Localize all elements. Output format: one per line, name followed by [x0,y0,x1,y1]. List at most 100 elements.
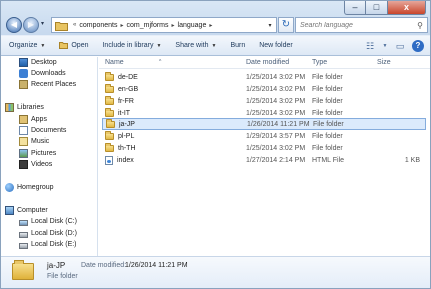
breadcrumb-item[interactable]: com_mjforms [127,22,169,29]
file-row[interactable]: index 1/27/2014 2:14 PM HTML File 1 KB [102,154,426,166]
organize-button[interactable]: Organize ▼ [9,42,45,49]
sidebar-item-recent-places[interactable]: Recent Places [19,79,76,90]
libraries-icon [5,103,14,112]
preview-pane-icon[interactable]: ▭ [393,40,407,52]
folder-icon [106,118,115,128]
new-folder-label: New folder [259,42,293,49]
search-input[interactable] [296,21,413,29]
share-with-label: Share with [175,42,209,49]
sidebar-item-label: Videos [31,161,53,168]
burn-button[interactable]: Burn [230,42,245,49]
burn-label: Burn [230,42,246,49]
folder-large-icon [12,260,34,280]
address-bar[interactable]: « components ▸ com_mjforms ▸ language ▸ … [51,17,277,33]
folder-icon [55,21,68,31]
file-size: 1 KB [404,156,420,164]
details-file-type: File folder [47,273,78,280]
sidebar-item-libraries[interactable]: Libraries [5,102,44,113]
music-icon [19,137,28,146]
videos-icon [19,160,28,169]
file-row[interactable]: en-GB 1/25/2014 3:02 PM File folder [102,83,426,95]
chevron-down-icon: ▼ [211,42,217,49]
file-row-selected[interactable]: ja-JP 1/26/2014 11:21 PM File folder [102,118,426,130]
open-label: Open [71,42,89,49]
include-in-library-button[interactable]: Include in library ▼ [102,42,161,49]
column-header-date[interactable]: Date modified [246,59,289,66]
breadcrumb-separator-icon[interactable]: ▸ [172,22,175,29]
view-controls: ☷ ▼ ▭ ? [358,40,424,52]
overflow-chevron-icon[interactable]: « [73,22,76,28]
breadcrumb-item[interactable]: language [178,22,207,29]
change-view-icon[interactable]: ☷ [363,40,377,52]
chevron-down-icon: ▼ [40,42,46,49]
breadcrumb-item[interactable]: components [79,22,117,29]
file-row[interactable]: th-TH 1/25/2014 3:02 PM File folder [102,142,426,154]
address-dropdown-icon[interactable]: ▾ [264,22,276,29]
search-icon[interactable]: ⚲ [413,21,427,30]
file-name: index [117,156,134,164]
breadcrumb-separator-icon[interactable]: ▸ [120,22,123,29]
sidebar-item-local-disk-d[interactable]: Local Disk (D:) [19,228,77,239]
file-date: 1/25/2014 3:02 PM [246,97,306,105]
search-box[interactable]: ⚲ [295,17,428,33]
hard-drive-icon [19,231,28,238]
recent-pages-dropdown[interactable]: ▾ [41,20,44,27]
new-folder-button[interactable]: New folder [259,42,292,49]
window-controls: – □ x [344,1,426,15]
file-row[interactable]: pl-PL 1/29/2014 3:57 PM File folder [102,130,426,142]
file-type: File folder [312,132,343,140]
open-button[interactable]: Open [59,42,88,49]
apps-library-icon [19,115,28,124]
sort-ascending-icon: ^ [159,59,162,65]
navigation-pane: Desktop Downloads Recent Places Librarie… [1,57,98,256]
file-name: de-DE [118,73,138,81]
file-name: pl-PL [118,132,135,140]
breadcrumb-separator-icon[interactable]: ▸ [209,22,212,29]
sidebar-item-label: Libraries [17,104,44,111]
sidebar-item-downloads[interactable]: Downloads [19,68,66,79]
sidebar-item-music[interactable]: Music [19,136,49,147]
sidebar-item-computer[interactable]: Computer [5,205,48,216]
sidebar-item-homegroup[interactable]: Homegroup [5,182,54,193]
file-row[interactable]: de-DE 1/25/2014 3:02 PM File folder [102,71,426,83]
sidebar-item-apps[interactable]: Apps [19,114,47,125]
minimize-button[interactable]: – [344,1,366,15]
column-header-name[interactable]: Name [105,59,124,66]
sidebar-item-desktop[interactable]: Desktop [19,57,57,68]
refresh-button[interactable]: ↻ [278,17,294,33]
organize-label: Organize [9,42,38,49]
open-folder-icon [59,42,69,49]
file-type: File folder [312,73,343,81]
homegroup-icon [5,183,14,192]
forward-button[interactable]: ▶ [23,17,39,33]
view-options-chevron-icon[interactable]: ▼ [382,40,388,52]
folder-icon [105,107,114,117]
column-header-size[interactable]: Size [377,59,391,66]
back-button[interactable]: ◀ [6,17,22,33]
details-date-label: Date modified: [81,262,127,269]
html-file-icon [105,155,113,165]
file-date: 1/25/2014 3:02 PM [246,73,306,81]
column-header-type[interactable]: Type [312,59,327,66]
downloads-icon [19,69,28,78]
sidebar-item-videos[interactable]: Videos [19,159,52,170]
file-name: it-IT [118,109,131,117]
sidebar-item-label: Local Disk (D:) [31,230,77,237]
maximize-button[interactable]: □ [366,1,388,15]
close-button[interactable]: x [388,1,426,15]
share-with-button[interactable]: Share with ▼ [175,42,216,49]
file-row[interactable]: fr-FR 1/25/2014 3:02 PM File folder [102,95,426,107]
help-icon[interactable]: ? [412,40,424,52]
sidebar-item-local-disk-c[interactable]: Local Disk (C:) [19,216,77,227]
sidebar-item-documents[interactable]: Documents [19,125,66,136]
system-drive-icon [19,219,28,226]
file-type: HTML File [312,156,345,164]
sidebar-item-label: Pictures [31,150,57,157]
folder-icon [105,142,114,152]
title-bar: – □ x ◀ ▶ ▾ « components ▸ com_mjforms ▸… [1,1,430,35]
computer-icon [5,206,14,215]
sidebar-item-label: Music [31,138,50,145]
sidebar-item-local-disk-e[interactable]: Local Disk (E:) [19,239,77,250]
sidebar-item-pictures[interactable]: Pictures [19,148,56,159]
column-headers: Name ^ Date modified Type Size [99,57,430,69]
